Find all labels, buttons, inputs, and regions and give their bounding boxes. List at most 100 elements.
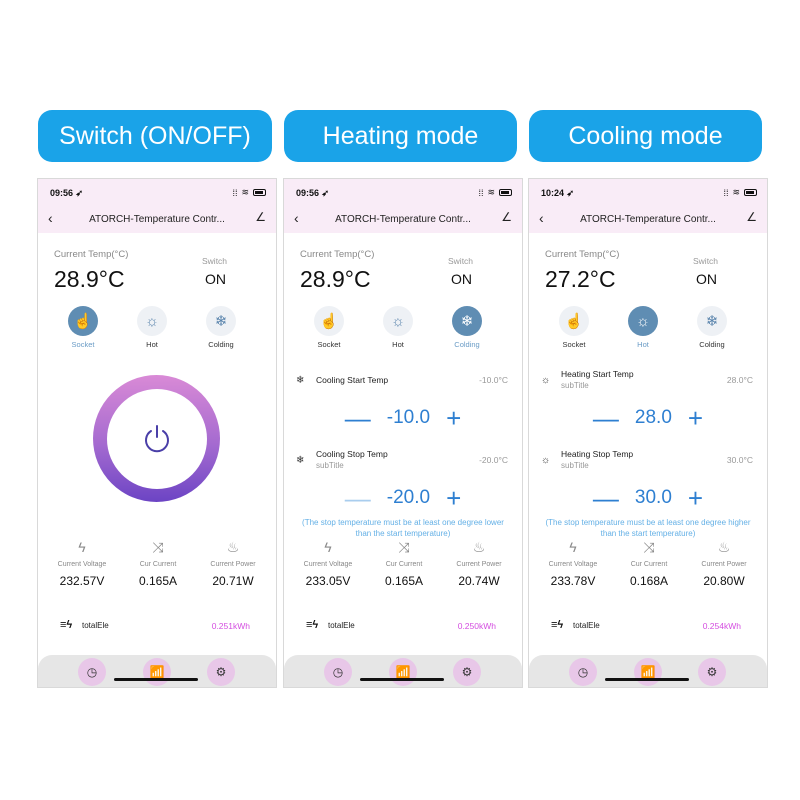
mode-label: Socket — [71, 340, 95, 349]
location-icon: ➶ — [566, 188, 575, 198]
metric-label: Current Power — [456, 561, 502, 568]
switch-value[interactable]: ON — [205, 271, 226, 287]
label-switch-mode: Switch (ON/OFF) — [38, 110, 272, 162]
increment-button[interactable]: + — [688, 485, 703, 511]
bottom-tab-bar: ◷ 📶 ⚙ — [284, 655, 522, 687]
total-energy-label: totalEle — [82, 621, 109, 630]
increment-button[interactable]: + — [688, 405, 703, 431]
total-energy-label: totalEle — [328, 621, 355, 630]
home-indicator — [360, 678, 444, 681]
metric-value: 20.74W — [458, 574, 500, 588]
mode-colding[interactable]: ❄ Colding — [442, 306, 492, 349]
sun-icon: ☼ — [137, 306, 167, 336]
page-title: ATORCH-Temperature Contr... — [89, 214, 225, 225]
phone-screen-switch: 09:56 ➶ ⁞⁞ ≋ ‹ ATORCH-Temperature Contr.… — [37, 178, 277, 688]
metric-value: 0.165A — [138, 574, 178, 588]
home-indicator — [605, 678, 689, 681]
decrement-button[interactable]: — — [593, 405, 619, 431]
mode-label: Hot — [392, 340, 404, 349]
power-icon — [144, 424, 169, 452]
hint-line-1: (The stop temperature must be at least o… — [545, 518, 751, 527]
mode-colding[interactable]: ❄ Colding — [687, 306, 737, 349]
stepper-value: 28.0 — [634, 407, 672, 428]
metric-value: 20.71W — [212, 574, 254, 588]
status-time: 09:56 ➶ — [296, 188, 329, 199]
bottom-tab-bar: ◷ 📶 ⚙ — [38, 655, 276, 687]
total-energy-icon: ≡ϟ — [551, 619, 564, 631]
metric-voltage: ϟ Current Voltage 232.57V — [44, 539, 120, 588]
chart-icon[interactable]: 📶 — [634, 658, 662, 686]
setting-subtitle: subTitle — [561, 461, 589, 470]
decrement-button[interactable]: — — [345, 405, 371, 431]
mode-hot[interactable]: ☼ Hot — [618, 306, 668, 349]
top-bar: 09:56 ➶ ⁞⁞ ≋ ‹ ATORCH-Temperature Contr.… — [284, 179, 522, 233]
switch-value[interactable]: ON — [451, 271, 472, 287]
clock-icon[interactable]: ◷ — [78, 658, 106, 686]
switch-value[interactable]: ON — [696, 271, 717, 287]
total-energy-value: 0.251kWh — [211, 621, 250, 631]
chart-icon[interactable]: 📶 — [389, 658, 417, 686]
setting-subtitle: subTitle — [316, 461, 344, 470]
setting-subtitle: subTitle — [561, 381, 589, 390]
mode-label: Colding — [454, 340, 480, 349]
mode-socket[interactable]: ☝ Socket — [549, 306, 599, 349]
stepper-value: -10.0 — [386, 407, 431, 428]
setting-title: Heating Start Temp — [561, 369, 634, 379]
lightning-icon: ϟ — [78, 539, 86, 555]
cooling-stop-stepper: — -20.0 + — [284, 485, 522, 511]
mode-label: Socket — [562, 340, 586, 349]
increment-button[interactable]: + — [446, 485, 461, 511]
hand-pointer-icon: ☝ — [559, 306, 589, 336]
metric-value: 233.78V — [550, 574, 596, 588]
edit-button[interactable]: ∠ — [255, 210, 266, 224]
bottom-tab-bar: ◷ 📶 ⚙ — [529, 655, 767, 687]
edit-button[interactable]: ∠ — [501, 210, 512, 224]
battery-icon — [744, 189, 757, 196]
shuffle-icon: ⤨ — [152, 539, 164, 555]
current-temp-value: 28.9°C — [300, 266, 371, 292]
metric-current: ⤨ Cur Current 0.168A — [611, 539, 687, 588]
metric-value: 233.05V — [305, 574, 351, 588]
gear-icon[interactable]: ⚙ — [207, 658, 235, 686]
mode-socket[interactable]: ☝ Socket — [304, 306, 354, 349]
setting-title: Cooling Stop Temp — [316, 449, 388, 459]
power-toggle-button[interactable] — [93, 375, 220, 502]
switch-label: Switch — [693, 256, 719, 266]
total-energy-value: 0.254kWh — [702, 621, 741, 631]
battery-icon — [499, 189, 512, 196]
edit-button[interactable]: ∠ — [746, 210, 757, 224]
setting-title: Cooling Start Temp — [316, 375, 389, 385]
page-title: ATORCH-Temperature Contr... — [580, 214, 716, 225]
total-energy-label: totalEle — [573, 621, 600, 630]
stepper-value: 30.0 — [634, 487, 672, 508]
hand-pointer-icon: ☝ — [314, 306, 344, 336]
metric-label: Current Voltage — [57, 561, 107, 568]
setting-value: 28.0°C — [726, 375, 753, 385]
signal-icon: ⁞⁞ — [478, 187, 484, 198]
clock-icon[interactable]: ◷ — [569, 658, 597, 686]
gear-icon[interactable]: ⚙ — [698, 658, 726, 686]
lightning-icon: ϟ — [324, 539, 332, 555]
metric-label: Current Power — [210, 561, 256, 568]
metric-value: 0.165A — [384, 574, 424, 588]
increment-button[interactable]: + — [446, 405, 461, 431]
mode-colding[interactable]: ❄ Colding — [196, 306, 246, 349]
decrement-button[interactable]: — — [345, 485, 371, 511]
time: 09:56 — [296, 188, 320, 198]
chart-icon[interactable]: 📶 — [143, 658, 171, 686]
page-title: ATORCH-Temperature Contr... — [335, 214, 471, 225]
snowflake-icon: ❄ — [697, 306, 727, 336]
mode-hot[interactable]: ☼ Hot — [373, 306, 423, 349]
top-bar: 10:24 ➶ ⁞⁞ ≋ ‹ ATORCH-Temperature Contr.… — [529, 179, 767, 233]
metric-label: Cur Current — [385, 561, 423, 568]
status-time: 10:24 ➶ — [541, 188, 574, 199]
current-temp-label: Current Temp(°C) — [54, 249, 129, 260]
hand-pointer-icon: ☝ — [68, 306, 98, 336]
flame-icon: ♨ — [472, 539, 486, 555]
clock-icon[interactable]: ◷ — [324, 658, 352, 686]
mode-hot[interactable]: ☼ Hot — [127, 306, 177, 349]
gear-icon[interactable]: ⚙ — [453, 658, 481, 686]
signal-icon: ⁞⁞ — [723, 187, 729, 198]
decrement-button[interactable]: — — [593, 485, 619, 511]
mode-socket[interactable]: ☝ Socket — [58, 306, 108, 349]
